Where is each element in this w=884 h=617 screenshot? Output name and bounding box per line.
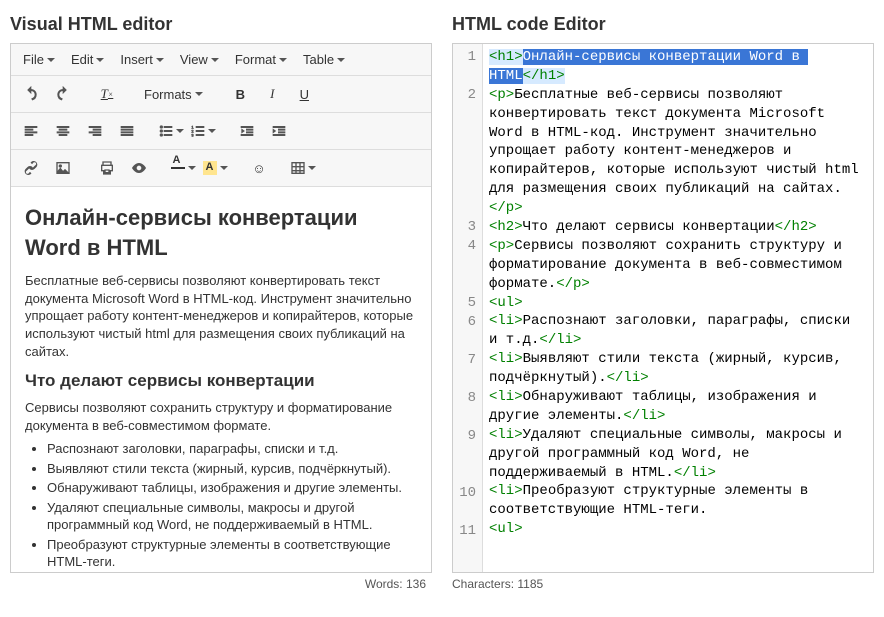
link-button[interactable] bbox=[17, 154, 45, 182]
bold-button[interactable]: B bbox=[226, 80, 254, 108]
clear-format-button[interactable]: T× bbox=[93, 80, 121, 108]
list-item: Удаляют специальные символы, макросы и д… bbox=[47, 499, 417, 534]
toolbar-row-3: ☺ bbox=[11, 150, 431, 187]
chevron-down-icon bbox=[308, 166, 316, 170]
chevron-down-icon bbox=[220, 166, 228, 170]
chevron-down-icon bbox=[156, 58, 164, 62]
chevron-down-icon bbox=[96, 58, 104, 62]
chevron-down-icon bbox=[208, 129, 216, 133]
text-color-button[interactable] bbox=[169, 154, 197, 182]
doc-h1: Онлайн-сервисы конвертации Word в HTML bbox=[25, 203, 417, 262]
list-item: Обнаруживают таблицы, изображения и друг… bbox=[47, 479, 417, 497]
align-right-button[interactable] bbox=[81, 117, 109, 145]
menu-view[interactable]: View bbox=[174, 48, 225, 71]
align-justify-button[interactable] bbox=[113, 117, 141, 145]
menubar: File Edit Insert View Format Table bbox=[11, 44, 431, 76]
doc-p2: Сервисы позволяют сохранить структуру и … bbox=[25, 399, 417, 434]
highlight-icon bbox=[203, 161, 217, 175]
redo-button[interactable] bbox=[49, 80, 77, 108]
doc-p1: Бесплатные веб-сервисы позволяют конверт… bbox=[25, 272, 417, 360]
italic-button[interactable]: I bbox=[258, 80, 286, 108]
image-button[interactable] bbox=[49, 154, 77, 182]
menu-insert[interactable]: Insert bbox=[114, 48, 170, 71]
chevron-down-icon bbox=[176, 129, 184, 133]
bullet-list-button[interactable] bbox=[157, 117, 185, 145]
document-content[interactable]: Онлайн-сервисы конвертации Word в HTML Б… bbox=[11, 187, 431, 572]
special-char-button[interactable]: ☺ bbox=[245, 154, 273, 182]
indent-button[interactable] bbox=[265, 117, 293, 145]
chevron-down-icon bbox=[47, 58, 55, 62]
align-center-button[interactable] bbox=[49, 117, 77, 145]
table-button[interactable] bbox=[289, 154, 317, 182]
chevron-down-icon bbox=[211, 58, 219, 62]
list-item: Выявляют стили текста (жирный, курсив, п… bbox=[47, 460, 417, 478]
text-color-icon bbox=[171, 167, 185, 169]
code-area[interactable]: <h1>Онлайн-сервисы конвертации Word в HT… bbox=[483, 44, 873, 572]
numbered-list-button[interactable]: 123 bbox=[189, 117, 217, 145]
doc-h2: Что делают сервисы конвертации bbox=[25, 370, 417, 393]
list-item: Распознают заголовки, параграфы, списки … bbox=[47, 440, 417, 458]
visual-editor-panel: File Edit Insert View Format Table T× Fo… bbox=[10, 43, 432, 573]
code-editor-title: HTML code Editor bbox=[452, 14, 874, 35]
undo-button[interactable] bbox=[17, 80, 45, 108]
toolbar-row-1: T× Formats B I U bbox=[11, 76, 431, 113]
menu-file[interactable]: File bbox=[17, 48, 61, 71]
svg-text:3: 3 bbox=[191, 132, 194, 137]
print-button[interactable] bbox=[93, 154, 121, 182]
underline-button[interactable]: U bbox=[290, 80, 318, 108]
align-left-button[interactable] bbox=[17, 117, 45, 145]
bg-color-button[interactable] bbox=[201, 154, 229, 182]
chevron-down-icon bbox=[188, 166, 196, 170]
list-item: Преобразуют структурные элементы в соотв… bbox=[47, 536, 417, 572]
doc-list: Распознают заголовки, параграфы, списки … bbox=[47, 440, 417, 572]
char-count: Characters: 1185 bbox=[452, 577, 874, 591]
chevron-down-icon bbox=[195, 92, 203, 96]
line-gutter: 1234567891011 bbox=[453, 44, 483, 572]
toolbar-row-2: 123 bbox=[11, 113, 431, 150]
visual-editor-title: Visual HTML editor bbox=[10, 14, 432, 35]
formats-dropdown[interactable]: Formats bbox=[137, 80, 210, 108]
chevron-down-icon bbox=[279, 58, 287, 62]
menu-edit[interactable]: Edit bbox=[65, 48, 110, 71]
menu-table[interactable]: Table bbox=[297, 48, 351, 71]
word-count: Words: 136 bbox=[10, 577, 432, 591]
chevron-down-icon bbox=[337, 58, 345, 62]
outdent-button[interactable] bbox=[233, 117, 261, 145]
preview-button[interactable] bbox=[125, 154, 153, 182]
menu-format[interactable]: Format bbox=[229, 48, 293, 71]
code-editor-panel[interactable]: 1234567891011 <h1>Онлайн-сервисы конверт… bbox=[452, 43, 874, 573]
